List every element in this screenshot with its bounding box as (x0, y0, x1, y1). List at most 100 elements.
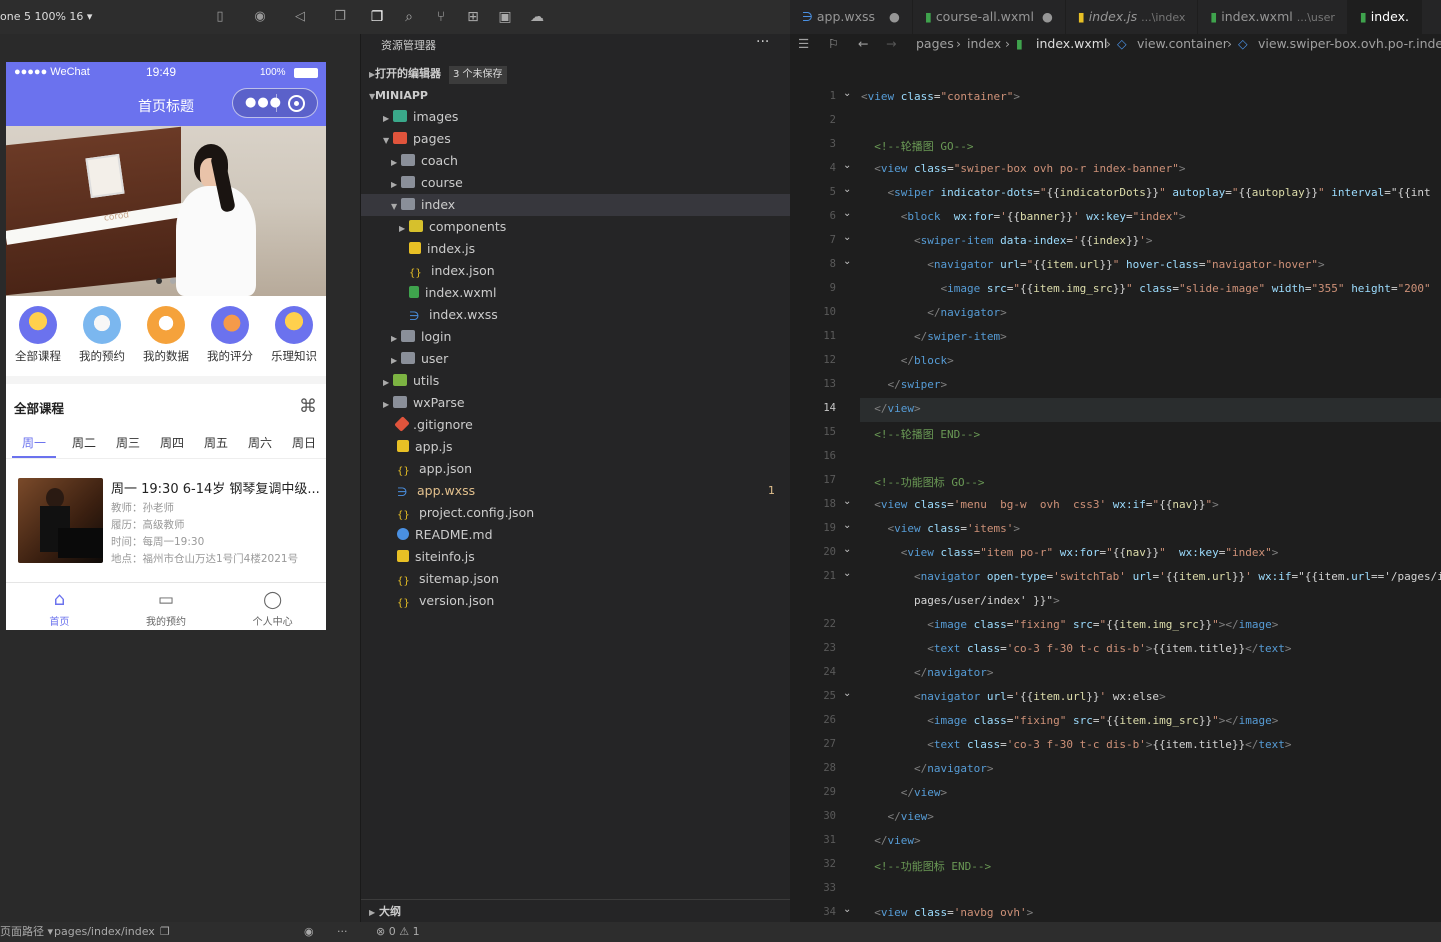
code-line[interactable]: <image class="fixing" src="{{item.img_sr… (861, 714, 1278, 727)
fold-chevron-icon[interactable]: ⌄ (843, 88, 851, 99)
tab-index-js[interactable]: ▮ index.js ...\index (1066, 0, 1199, 34)
fold-chevron-icon[interactable]: ⌄ (843, 184, 851, 195)
tree-item-wxparse[interactable]: ▶ wxParse (361, 392, 790, 414)
volume-icon[interactable]: ◁ (292, 9, 308, 25)
tree-item-index-wxml[interactable]: index.wxml (361, 282, 790, 304)
files-icon[interactable]: ❐ (368, 8, 386, 26)
device-selector[interactable]: one 5 100% 16 ▾ (0, 10, 92, 23)
code-line[interactable]: <view class='items'> (861, 522, 1020, 535)
tree-item-sitemap[interactable]: {} sitemap.json (361, 568, 790, 590)
code-line[interactable]: <view class="swiper-box ovh po-r index-b… (861, 162, 1185, 175)
code-line[interactable]: <image class="fixing" src="{{item.img_sr… (861, 618, 1278, 631)
phone-icon[interactable]: ▯ (212, 9, 228, 25)
code-line[interactable]: <view class="container"> (861, 90, 1020, 103)
fold-chevron-icon[interactable]: ⌄ (843, 544, 851, 555)
tree-item-login[interactable]: ▶ login (361, 326, 790, 348)
fold-chevron-icon[interactable]: ⌄ (843, 520, 851, 531)
tree-item-version[interactable]: {} version.json (361, 590, 790, 612)
tab-tuesday[interactable]: 周二 (62, 430, 106, 458)
fold-chevron-icon[interactable]: ⌄ (843, 688, 851, 699)
tree-item-index[interactable]: ▼ index (361, 194, 790, 216)
fold-chevron-icon[interactable]: ⌄ (843, 208, 851, 219)
code-editor[interactable]: 1 ⌄ <view class="container"> 2 3 <!--轮播图 GO-… (790, 86, 1441, 922)
code-line[interactable]: <!--轮播图 GO--> (861, 138, 973, 154)
page-path[interactable]: pages/index/index (54, 922, 155, 942)
record-icon[interactable]: ◉ (252, 9, 268, 25)
unsaved-dot-icon[interactable]: ● (1042, 9, 1053, 24)
tab-app-wxss[interactable]: ∋ app.wxss ● (790, 0, 913, 34)
code-line[interactable]: </block> (861, 354, 954, 367)
code-line[interactable]: </view> (861, 786, 947, 799)
unsaved-dot-icon[interactable]: ● (889, 9, 900, 24)
tree-item-project-config[interactable]: {} project.config.json (361, 502, 790, 524)
list-icon[interactable]: ☰ (798, 34, 809, 54)
code-line[interactable]: <navigator url='{{item.url}}' wx:else> (861, 690, 1166, 703)
fold-chevron-icon[interactable]: ⌄ (843, 904, 851, 915)
source-control-icon[interactable]: ⑂ (432, 8, 450, 26)
code-line[interactable]: <view class='menu bg-w ovh css3' wx:if="… (861, 498, 1218, 511)
code-line[interactable]: </swiper-item> (861, 330, 1007, 343)
close-target-icon[interactable] (288, 95, 305, 112)
tab-monday[interactable]: 周一 (12, 430, 56, 458)
tab-home[interactable]: ⌂ 首页 (6, 583, 113, 630)
tree-item-index-wxss[interactable]: ∋ index.wxss (361, 304, 790, 326)
banner-swiper[interactable]: corod (6, 126, 326, 296)
grid-menu-icon[interactable]: ⌘ (299, 396, 317, 417)
tree-item-siteinfo[interactable]: siteinfo.js (361, 546, 790, 568)
code-line[interactable]: <navigator url="{{item.url}}" hover-clas… (861, 258, 1324, 271)
code-line[interactable]: pages/user/index' }}"> (861, 594, 1060, 607)
tab-saturday[interactable]: 周六 (238, 430, 282, 458)
forward-arrow-icon[interactable]: → (886, 34, 896, 54)
nav-item-my-booking[interactable]: 我的预约 (70, 306, 134, 364)
code-line[interactable]: <block wx:for='{{banner}}' wx:key="index… (861, 210, 1186, 223)
code-line[interactable]: <!--功能图标 END--> (861, 858, 991, 874)
tree-item-utils[interactable]: ▶ utils (361, 370, 790, 392)
nav-item-my-data[interactable]: 我的数据 (134, 306, 198, 364)
search-icon[interactable]: ⌕ (400, 8, 418, 26)
tree-item-course[interactable]: ▶ course (361, 172, 790, 194)
breadcrumb-view-container[interactable]: view.container (1137, 34, 1228, 54)
breadcrumb-index[interactable]: index (967, 34, 1001, 54)
course-card[interactable]: 周一 19:30 6-14岁 钢琴复调中级... 教师：孙老师 履历：高级教师 … (18, 478, 320, 568)
breadcrumb-file[interactable]: index.wxml (1036, 34, 1107, 54)
tab-thursday[interactable]: 周四 (150, 430, 194, 458)
debug-icon[interactable]: ▣ (496, 8, 514, 26)
tree-item-user[interactable]: ▶ user (361, 348, 790, 370)
code-line[interactable]: <swiper indicator-dots="{{indicatorDots}… (861, 186, 1431, 199)
fold-chevron-icon[interactable]: ⌄ (843, 496, 851, 507)
tab-profile[interactable]: ◯ 个人中心 (219, 583, 326, 630)
tab-user-index-wxml[interactable]: ▮ index.wxml ...\user (1198, 0, 1348, 34)
indicator-dot-active[interactable] (156, 278, 162, 284)
tree-item-index-js[interactable]: index.js (361, 238, 790, 260)
tree-item-images[interactable]: ▶ images (361, 106, 790, 128)
copy-icon[interactable]: ❐ (160, 922, 170, 942)
project-section[interactable]: ▼ MINIAPP (361, 84, 790, 106)
tree-item-components[interactable]: ▶ components (361, 216, 790, 238)
tab-sunday[interactable]: 周日 (282, 430, 326, 458)
eye-icon[interactable]: ◉ (304, 922, 314, 942)
code-line[interactable]: <navigator open-type='switchTab' url='{{… (861, 570, 1441, 583)
open-editors-section[interactable]: ▶ 打开的编辑器 3 个未保存 (361, 62, 790, 84)
indicator-dot[interactable] (170, 278, 176, 284)
outline-section[interactable]: ▶ 大纲 (361, 899, 790, 922)
code-line[interactable]: </view> (861, 402, 920, 415)
bookmark-icon[interactable]: ⚐ (828, 34, 839, 54)
fold-chevron-icon[interactable]: ⌄ (843, 256, 851, 267)
tree-item-gitignore[interactable]: .gitignore (361, 414, 790, 436)
fold-chevron-icon[interactable]: ⌄ (843, 568, 851, 579)
fold-chevron-icon[interactable]: ⌄ (843, 160, 851, 171)
code-line[interactable]: </swiper> (861, 378, 948, 391)
tab-wednesday[interactable]: 周三 (106, 430, 150, 458)
extensions-icon[interactable]: ⊞ (464, 8, 482, 26)
capsule-menu[interactable]: ●●● (232, 88, 318, 118)
window-icon[interactable]: ❐ (332, 9, 348, 25)
code-line[interactable]: </navigator> (861, 762, 993, 775)
code-line[interactable]: <!--功能图标 GO--> (861, 474, 984, 490)
fold-chevron-icon[interactable]: ⌄ (843, 232, 851, 243)
code-line[interactable]: </view> (861, 810, 934, 823)
code-line[interactable]: <view class='navbg ovh'> (861, 906, 1033, 919)
tree-item-index-json[interactable]: {} index.json (361, 260, 790, 282)
nav-item-my-rating[interactable]: 我的评分 (198, 306, 262, 364)
tab-my-booking[interactable]: ▭ 我的预约 (113, 583, 220, 630)
nav-item-music-theory[interactable]: 乐理知识 (262, 306, 326, 364)
